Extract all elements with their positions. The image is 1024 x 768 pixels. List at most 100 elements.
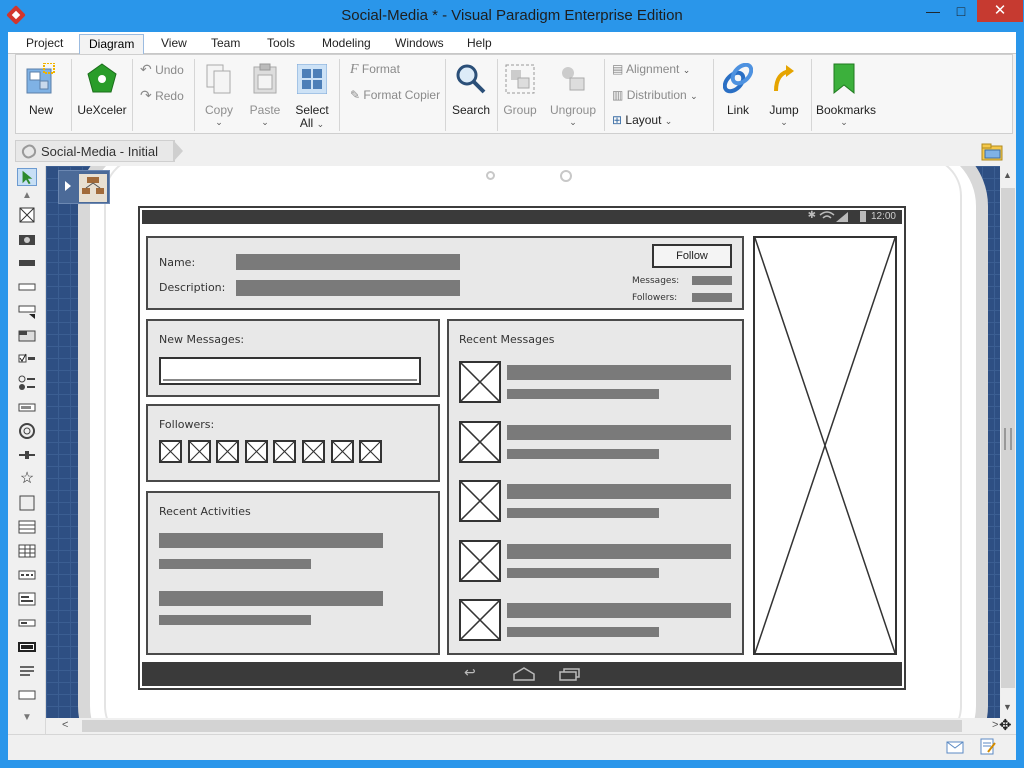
slider-tool-icon[interactable] bbox=[17, 446, 37, 464]
follower-avatar-placeholder[interactable] bbox=[187, 440, 211, 463]
image-placeholder-tool-icon[interactable] bbox=[17, 206, 37, 224]
new-message-input[interactable] bbox=[159, 357, 421, 385]
select-all-chevron-icon[interactable]: ⌄ bbox=[317, 119, 325, 129]
breadcrumb[interactable]: Social-Media - Initial bbox=[15, 140, 175, 162]
wireframe-screen[interactable]: ✱ 12:00 Name: Description: Follow Messag… bbox=[138, 206, 906, 690]
button-tool-icon[interactable] bbox=[17, 254, 37, 272]
progress-bar-tool-icon[interactable] bbox=[17, 638, 37, 656]
minimize-button[interactable]: — bbox=[918, 0, 948, 22]
label-tool-icon[interactable] bbox=[17, 614, 37, 632]
tablet-camera-icon bbox=[560, 170, 572, 182]
tab-windows[interactable]: Windows bbox=[386, 34, 453, 54]
diagram-navigator-toggle[interactable] bbox=[58, 170, 110, 204]
message-list-item[interactable] bbox=[449, 539, 742, 584]
follower-avatar-placeholder[interactable] bbox=[244, 440, 268, 463]
select-all-button[interactable]: Select All ⌄ bbox=[292, 59, 332, 130]
text-block-tool-icon[interactable] bbox=[17, 662, 37, 680]
followers-panel[interactable]: Followers: bbox=[146, 404, 440, 482]
textbox-tool-icon[interactable] bbox=[17, 278, 37, 296]
vertical-scrollbar[interactable]: ▲ ▼ bbox=[1000, 166, 1016, 718]
input-field-tool-icon[interactable] bbox=[17, 398, 37, 416]
tab-modeling[interactable]: Modeling bbox=[313, 34, 380, 54]
dropdown-tool-icon[interactable] bbox=[17, 302, 37, 320]
tab-diagram[interactable]: Diagram bbox=[79, 34, 145, 54]
scroll-left-icon[interactable]: < bbox=[62, 719, 68, 731]
maximize-button[interactable]: □ bbox=[946, 0, 976, 22]
tab-tools[interactable]: Tools bbox=[258, 34, 304, 54]
side-image-placeholder[interactable] bbox=[753, 236, 897, 655]
message-list-item[interactable] bbox=[449, 599, 742, 643]
message-list-item[interactable] bbox=[449, 420, 742, 465]
tab-project[interactable]: Project bbox=[17, 34, 72, 54]
jump-button[interactable]: Jump ⌄ bbox=[764, 59, 804, 129]
tab-tool-icon[interactable] bbox=[17, 326, 37, 344]
spinner-tool-icon[interactable] bbox=[17, 422, 37, 440]
redo-button[interactable]: ↷ Redo bbox=[140, 86, 190, 104]
horizontal-scrollbar[interactable]: < > bbox=[46, 718, 1000, 734]
format-button[interactable]: F Format bbox=[350, 60, 430, 78]
camera-tool-icon[interactable] bbox=[17, 230, 37, 248]
follower-avatar-placeholder[interactable] bbox=[159, 440, 182, 463]
pan-move-icon[interactable]: ✥ bbox=[999, 716, 1012, 734]
jump-dropdown-chevron-icon[interactable]: ⌄ bbox=[764, 117, 804, 128]
selector-arrow-icon[interactable] bbox=[17, 168, 37, 186]
follower-avatar-placeholder[interactable] bbox=[302, 440, 325, 463]
undo-button[interactable]: ↶ Undo bbox=[140, 60, 190, 78]
tab-team[interactable]: Team bbox=[202, 34, 249, 54]
group-button[interactable]: Group bbox=[500, 59, 540, 119]
scroll-down-icon[interactable]: ▼ bbox=[1003, 702, 1012, 712]
project-browser-folder-icon[interactable] bbox=[981, 143, 1003, 161]
copy-dropdown-chevron-icon[interactable]: ⌄ bbox=[198, 117, 240, 128]
checkbox-tool-icon[interactable] bbox=[17, 350, 37, 368]
panel-tool-icon[interactable] bbox=[17, 494, 37, 512]
message-list-item[interactable] bbox=[449, 480, 742, 524]
tab-help[interactable]: Help bbox=[458, 34, 501, 54]
follower-avatar-placeholder[interactable] bbox=[216, 440, 240, 463]
menu-bar-tool-icon[interactable] bbox=[17, 566, 37, 584]
recent-messages-panel[interactable]: Recent Messages bbox=[447, 319, 744, 655]
message-envelope-icon[interactable] bbox=[946, 741, 964, 754]
follower-avatar-placeholder[interactable] bbox=[330, 440, 354, 463]
list-tool-icon[interactable] bbox=[17, 518, 37, 536]
tab-view[interactable]: View bbox=[152, 34, 196, 54]
link-button[interactable]: Link bbox=[718, 59, 758, 119]
new-button[interactable]: New bbox=[22, 59, 60, 117]
title-bar[interactable]: Social-Media * - Visual Paradigm Enterpr… bbox=[0, 0, 1024, 32]
layout-dropdown[interactable]: ⊞ Layout ⌄ bbox=[612, 111, 692, 129]
new-messages-panel[interactable]: New Messages: bbox=[146, 319, 440, 397]
paste-button[interactable]: Paste ⌄ bbox=[244, 59, 286, 129]
follower-avatar-placeholder[interactable] bbox=[359, 440, 383, 463]
ungroup-button[interactable]: Ungroup ⌄ bbox=[548, 59, 598, 129]
bookmarks-dropdown-chevron-icon[interactable]: ⌄ bbox=[816, 117, 872, 128]
diagram-canvas[interactable]: ✱ 12:00 Name: Description: Follow Messag… bbox=[46, 166, 1000, 718]
palette-scroll-down-icon[interactable]: ▼ bbox=[17, 712, 37, 730]
vertical-scroll-thumb[interactable] bbox=[1001, 188, 1015, 688]
table-tool-icon[interactable] bbox=[17, 542, 37, 560]
search-button[interactable]: Search bbox=[448, 59, 494, 119]
horizontal-scroll-thumb[interactable] bbox=[82, 720, 962, 732]
notes-edit-icon[interactable] bbox=[980, 738, 996, 756]
recent-activities-panel[interactable]: Recent Activities bbox=[146, 491, 440, 655]
alignment-dropdown[interactable]: ▤ Alignment ⌄ bbox=[612, 60, 708, 78]
format-copier-button[interactable]: ✎ Format Copier bbox=[350, 86, 450, 104]
scroll-right-icon[interactable]: > bbox=[992, 719, 998, 731]
ungroup-dropdown-chevron-icon[interactable]: ⌄ bbox=[548, 117, 598, 128]
form-tool-icon[interactable] bbox=[17, 590, 37, 608]
radio-list-tool-icon[interactable] bbox=[17, 374, 37, 392]
copy-button[interactable]: Copy ⌄ bbox=[198, 59, 240, 129]
follower-avatar-placeholder[interactable] bbox=[273, 440, 297, 463]
search-label: Search bbox=[451, 103, 491, 117]
distribution-dropdown[interactable]: ▥ Distribution ⌄ bbox=[612, 86, 712, 104]
follow-button[interactable]: Follow bbox=[652, 244, 732, 268]
uexceler-button[interactable]: UeXceler bbox=[74, 59, 130, 117]
paste-dropdown-chevron-icon[interactable]: ⌄ bbox=[244, 117, 286, 128]
message-list-item[interactable] bbox=[449, 361, 742, 405]
profile-header-panel[interactable]: Name: Description: Follow Messages: Foll… bbox=[146, 236, 744, 310]
scroll-grip-icon bbox=[1004, 428, 1012, 450]
close-button[interactable]: ✕ bbox=[977, 0, 1023, 22]
bookmarks-button[interactable]: Bookmarks ⌄ bbox=[816, 59, 876, 129]
scroll-up-icon[interactable]: ▲ bbox=[1003, 170, 1012, 180]
scrollbar-tool-icon[interactable] bbox=[17, 686, 37, 704]
ribbon-separator bbox=[811, 59, 812, 131]
star-rating-tool-icon[interactable]: ☆ bbox=[17, 470, 37, 488]
